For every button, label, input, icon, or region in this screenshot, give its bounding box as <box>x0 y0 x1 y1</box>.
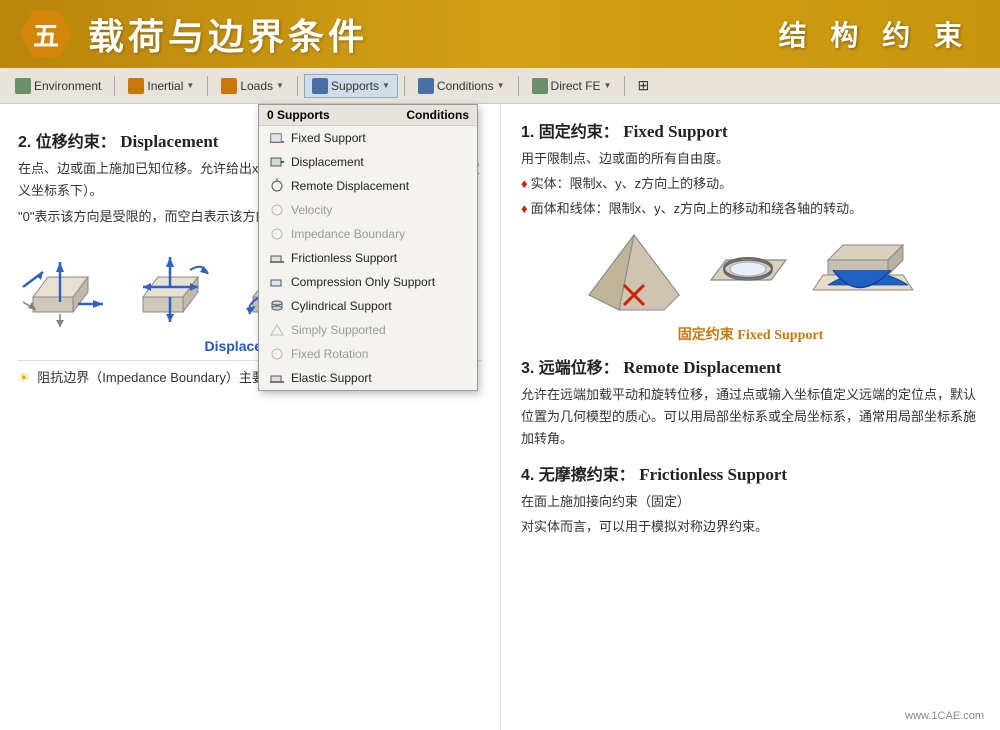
dropdown-item-remote-displacement[interactable]: Remote Displacement <box>259 174 477 198</box>
conditions-icon <box>418 78 434 94</box>
frictionless-body: 在面上施加接向约束（固定） 对实体而言，可以用于模拟对称边界约束。 <box>521 491 980 538</box>
remote-disp-body: 允许在远端加载平动和旋转位移，通过点或输入坐标值定义远端的定位点，默认位置为几何… <box>521 384 980 450</box>
loads-icon <box>221 78 237 94</box>
loads-button[interactable]: Loads ▼ <box>214 75 291 97</box>
star-icon: ☀ <box>18 370 30 385</box>
conditions-label: Conditions <box>437 79 494 93</box>
frictionless-section: 4. 无摩擦约束： Frictionless Support 在面上施加接向约束… <box>521 461 980 538</box>
impedance-icon <box>269 226 285 242</box>
loads-caret: ▼ <box>276 81 284 90</box>
hexagon-label: 五 <box>33 16 59 53</box>
toolbar: Environment Inertial ▼ Loads ▼ Supports … <box>0 68 1000 104</box>
dropdown-item-frictionless[interactable]: Frictionless Support <box>259 246 477 270</box>
velocity-icon <box>269 202 285 218</box>
bullet2: 面体和线体：限制x、y、z方向上的移动和绕各轴的转动。 <box>521 198 980 220</box>
toolbar-sep-4 <box>404 76 405 96</box>
toolbar-sep-1 <box>114 76 115 96</box>
supports-dropdown: 0 Supports Conditions Fixed Support Disp… <box>258 104 478 391</box>
direct-fe-button[interactable]: Direct FE ▼ <box>525 75 619 97</box>
toolbar-extra-button[interactable]: ⊞ <box>631 74 655 97</box>
dropdown-item-simply-supported[interactable]: Simply Supported <box>259 318 477 342</box>
fixed-support-section: 1. 固定约束： Fixed Support 用于限制点、边或面的所有自由度。 … <box>521 118 980 344</box>
toolbar-sep-5 <box>518 76 519 96</box>
inertial-button[interactable]: Inertial ▼ <box>121 75 201 97</box>
compression-only-label: Compression Only Support <box>291 275 435 289</box>
dropdown-item-fixed-support[interactable]: Fixed Support <box>259 126 477 150</box>
page-title: 载荷与边界条件 <box>88 8 368 60</box>
inertial-caret: ▼ <box>186 81 194 90</box>
right-panel: 1. 固定约束： Fixed Support 用于限制点、边或面的所有自由度。 … <box>500 104 1000 730</box>
fixed-rotation-icon <box>269 346 285 362</box>
simply-supported-icon <box>269 322 285 338</box>
fixed-support-shape-1 <box>579 230 689 320</box>
toolbar-sep-6 <box>624 76 625 96</box>
fixed-support-body: 用于限制点、边或面的所有自由度。 实体：限制x、y、z方向上的移动。 面体和线体… <box>521 148 980 220</box>
supports-caret: ▼ <box>382 81 390 90</box>
environment-label: Environment <box>34 79 101 93</box>
fixed-support-diagram <box>521 230 980 320</box>
fixed-support-shape-3 <box>813 230 923 320</box>
cylindrical-label: Cylindrical Support <box>291 299 392 313</box>
displacement-icon <box>269 154 285 170</box>
fixed-support-icon <box>269 130 285 146</box>
dropdown-header: 0 Supports Conditions <box>259 105 477 126</box>
dropdown-header-supports: 0 Supports <box>267 108 330 122</box>
disp-diagram-1 <box>18 242 118 332</box>
frictionless-label: Frictionless Support <box>291 251 397 265</box>
disp-diagram-2 <box>128 242 228 332</box>
page-header: 五 载荷与边界条件 结 构 约 束 <box>0 0 1000 68</box>
conditions-caret: ▼ <box>497 81 505 90</box>
main-content: 2. 位移约束： Displacement 在点、边或面上施加已知位移。允许给出… <box>0 104 1000 730</box>
frictionless-title: 4. 无摩擦约束： Frictionless Support <box>521 461 980 485</box>
environment-icon <box>15 78 31 94</box>
velocity-label: Velocity <box>291 203 332 217</box>
displacement-label: Displacement <box>291 155 364 169</box>
fixed-rotation-label: Fixed Rotation <box>291 347 368 361</box>
simply-supported-label: Simply Supported <box>291 323 386 337</box>
supports-icon <box>312 78 328 94</box>
frictionless-icon <box>269 250 285 266</box>
dropdown-item-fixed-rotation[interactable]: Fixed Rotation <box>259 342 477 366</box>
remote-displacement-label: Remote Displacement <box>291 179 409 193</box>
fixed-support-title: 1. 固定约束： Fixed Support <box>521 118 980 142</box>
elastic-label: Elastic Support <box>291 371 372 385</box>
fixed-support-caption: 固定约束 Fixed Support <box>521 324 980 344</box>
remote-disp-title: 3. 远端位移： Remote Displacement <box>521 354 980 378</box>
conditions-button[interactable]: Conditions ▼ <box>411 75 512 97</box>
dropdown-item-displacement[interactable]: Displacement <box>259 150 477 174</box>
fixed-support-label: Fixed Support <box>291 131 366 145</box>
direct-fe-icon <box>532 78 548 94</box>
toolbar-sep-2 <box>207 76 208 96</box>
loads-label: Loads <box>240 79 273 93</box>
inertial-icon <box>128 78 144 94</box>
hexagon-badge: 五 <box>20 8 72 60</box>
dropdown-item-elastic[interactable]: Elastic Support <box>259 366 477 390</box>
toolbar-sep-3 <box>297 76 298 96</box>
elastic-icon <box>269 370 285 386</box>
environment-button[interactable]: Environment <box>8 75 108 97</box>
page-subtitle: 结 构 约 束 <box>779 14 970 54</box>
bullet1: 实体：限制x、y、z方向上的移动。 <box>521 173 980 195</box>
direct-fe-caret: ▼ <box>604 81 612 90</box>
inertial-label: Inertial <box>147 79 183 93</box>
toolbar-extra-icon: ⊞ <box>637 77 649 94</box>
direct-fe-label: Direct FE <box>551 79 601 93</box>
supports-label: Supports <box>331 79 379 93</box>
dropdown-item-cylindrical[interactable]: Cylindrical Support <box>259 294 477 318</box>
dropdown-header-conditions: Conditions <box>406 108 469 122</box>
impedance-label: Impedance Boundary <box>291 227 405 241</box>
cylindrical-icon <box>269 298 285 314</box>
supports-button[interactable]: Supports ▼ <box>304 74 398 98</box>
dropdown-item-impedance[interactable]: Impedance Boundary <box>259 222 477 246</box>
fixed-support-shape-2 <box>701 230 801 320</box>
dropdown-item-velocity[interactable]: Velocity <box>259 198 477 222</box>
dropdown-item-compression-only[interactable]: Compression Only Support <box>259 270 477 294</box>
remote-displacement-section: 3. 远端位移： Remote Displacement 允许在远端加载平动和旋… <box>521 354 980 450</box>
remote-displacement-icon <box>269 178 285 194</box>
compression-only-icon <box>269 274 285 290</box>
